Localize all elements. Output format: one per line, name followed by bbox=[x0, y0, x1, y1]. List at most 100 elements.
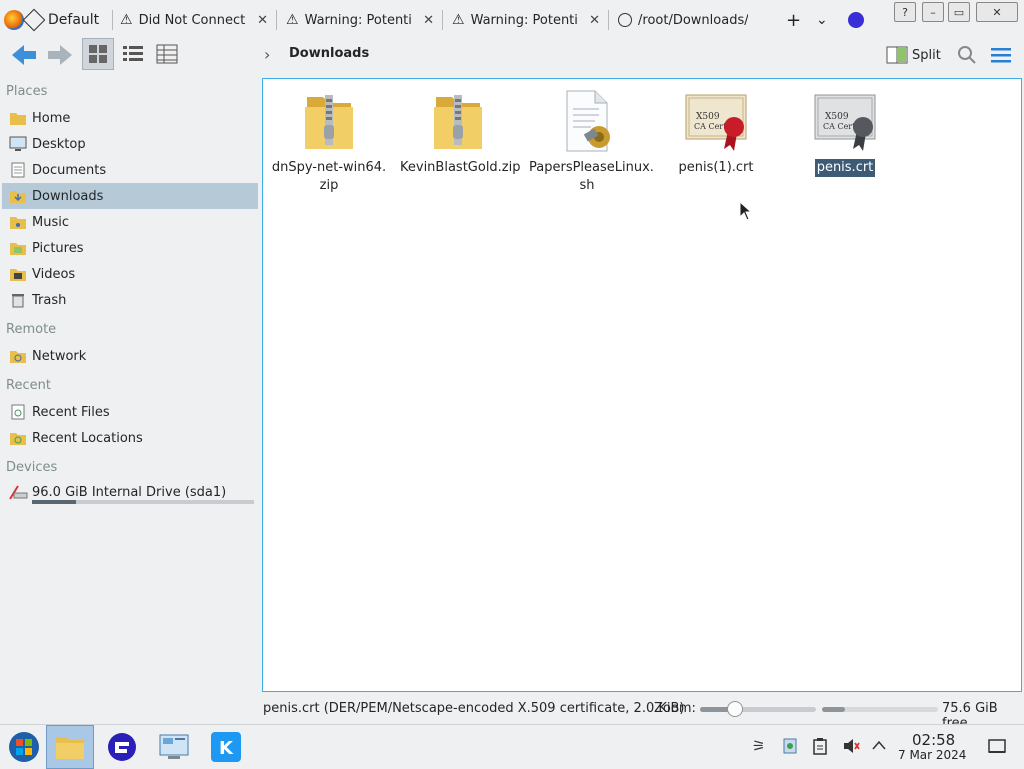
svg-text:X509: X509 bbox=[696, 112, 720, 122]
tab-divider bbox=[112, 10, 113, 30]
file-name: penis.crt bbox=[814, 159, 876, 177]
tab-default[interactable]: Default bbox=[4, 6, 114, 34]
warning-icon: ⚠ bbox=[286, 12, 299, 28]
sidebar-item-downloads[interactable]: Downloads bbox=[2, 183, 258, 209]
taskbar-file-manager[interactable] bbox=[46, 725, 94, 769]
sidebar-item-music[interactable]: Music bbox=[2, 209, 258, 235]
icons-view-icon bbox=[89, 45, 107, 63]
sidebar-item-label: 96.0 GiB Internal Drive (sda1) bbox=[32, 484, 227, 500]
file-view[interactable]: dnSpy-net-win64. zip KevinBlastGold.zip … bbox=[262, 78, 1022, 692]
back-button[interactable] bbox=[8, 40, 40, 70]
minimize-button[interactable]: – bbox=[922, 2, 944, 22]
tab-downloads-folder[interactable]: /root/Downloads/p bbox=[618, 6, 768, 34]
close-tab-icon[interactable]: ✕ bbox=[589, 13, 600, 28]
zip-folder-icon bbox=[297, 89, 361, 153]
hamburger-menu-icon bbox=[991, 48, 1011, 63]
sidebar-item-recent-locations[interactable]: Recent Locations bbox=[2, 425, 258, 451]
close-tab-icon[interactable]: ✕ bbox=[257, 13, 268, 28]
documents-icon bbox=[8, 161, 28, 179]
section-places-title: Places bbox=[6, 84, 48, 99]
help-button[interactable]: ? bbox=[894, 2, 916, 22]
videos-folder-icon bbox=[8, 265, 28, 283]
extension-button[interactable] bbox=[848, 6, 868, 34]
globe-icon bbox=[618, 13, 632, 27]
icons-view-button[interactable] bbox=[82, 38, 114, 70]
taskbar-system-settings[interactable] bbox=[150, 725, 198, 769]
new-tab-button[interactable]: + bbox=[786, 6, 802, 34]
updates-icon[interactable] bbox=[782, 737, 798, 759]
zoom-label: Zoom: bbox=[654, 701, 696, 716]
start-orb-icon bbox=[9, 732, 39, 762]
notifications-icon[interactable]: ⚞ bbox=[752, 737, 765, 755]
sidebar-item-videos[interactable]: Videos bbox=[2, 261, 258, 287]
start-menu-button[interactable] bbox=[0, 725, 48, 769]
split-button[interactable]: Split bbox=[886, 42, 941, 68]
sidebar-item-label: Downloads bbox=[32, 188, 104, 204]
floorp-icon bbox=[848, 12, 864, 28]
taskbar-kde-menu[interactable]: K bbox=[202, 725, 250, 769]
file-item[interactable]: PapersPleaseLinux. sh bbox=[527, 89, 654, 195]
sidebar-item-documents[interactable]: Documents bbox=[2, 157, 258, 183]
file-item-selected[interactable]: X509 CA Cert penis.crt bbox=[785, 89, 905, 177]
forward-button[interactable] bbox=[44, 40, 76, 70]
file-name-cont: sh bbox=[579, 178, 595, 193]
breadcrumb[interactable]: Downloads bbox=[289, 46, 369, 61]
zoom-slider-handle[interactable] bbox=[726, 701, 743, 717]
file-name: KevinBlastGold.zip bbox=[400, 160, 521, 175]
show-desktop-icon[interactable] bbox=[988, 737, 1006, 759]
hamburger-menu-button[interactable] bbox=[988, 42, 1014, 68]
desktop-icon bbox=[8, 135, 28, 153]
sidebar-item-label: Home bbox=[32, 110, 71, 126]
tab-warning-1[interactable]: ⚠ Warning: Potential ✕ bbox=[286, 6, 434, 34]
svg-text:K: K bbox=[219, 738, 234, 759]
sidebar-item-label: Music bbox=[32, 214, 69, 230]
drive-usage-fill bbox=[32, 500, 77, 504]
sidebar-item-label: Recent Files bbox=[32, 404, 110, 420]
file-name: penis(1).crt bbox=[678, 160, 754, 175]
file-item[interactable]: dnSpy-net-win64. zip bbox=[269, 89, 389, 195]
sidebar-item-desktop[interactable]: Desktop bbox=[2, 131, 258, 157]
list-tabs-button[interactable]: ⌄ bbox=[816, 6, 832, 34]
kde-icon: K bbox=[211, 732, 241, 762]
tab-divider bbox=[442, 10, 443, 30]
tab-label: /root/Downloads/p bbox=[638, 12, 748, 28]
file-item[interactable]: X509 CA Cert penis(1).crt bbox=[656, 89, 776, 177]
status-bar: penis.crt (DER/PEM/Netscape-encoded X.50… bbox=[262, 698, 1024, 731]
sidebar-item-trash[interactable]: Trash bbox=[2, 287, 258, 313]
tray-expand-icon[interactable] bbox=[872, 737, 886, 759]
close-tab-icon[interactable]: ✕ bbox=[423, 13, 434, 28]
free-space-bar bbox=[822, 707, 938, 712]
music-folder-icon bbox=[8, 213, 28, 231]
sidebar-item-label: Documents bbox=[32, 162, 107, 178]
details-view-button[interactable] bbox=[152, 38, 182, 70]
clock-date[interactable]: 7 Mar 2024 bbox=[898, 748, 966, 762]
sidebar-item-pictures[interactable]: Pictures bbox=[2, 235, 258, 261]
compact-view-button[interactable] bbox=[118, 38, 148, 70]
clipboard-icon[interactable] bbox=[812, 737, 828, 759]
section-remote-title: Remote bbox=[6, 322, 57, 337]
sidebar-item-home[interactable]: Home bbox=[2, 105, 258, 131]
taskbar-browser[interactable] bbox=[98, 725, 146, 769]
tab-warning-2[interactable]: ⚠ Warning: Potential ✕ bbox=[452, 6, 600, 34]
volume-muted-icon[interactable] bbox=[842, 737, 860, 759]
maximize-button[interactable]: ▭ bbox=[948, 2, 970, 22]
close-window-button[interactable]: ✕ bbox=[976, 2, 1018, 22]
zoom-slider[interactable] bbox=[700, 701, 816, 717]
file-item[interactable]: KevinBlastGold.zip bbox=[398, 89, 521, 177]
tab-label: Did Not Connect bbox=[138, 12, 245, 28]
sidebar-item-recent-files[interactable]: Recent Files bbox=[2, 399, 258, 425]
split-view-icon bbox=[886, 46, 908, 64]
clock-time[interactable]: 02:58 bbox=[912, 731, 955, 749]
back-arrow-icon bbox=[12, 45, 36, 65]
svg-text:CA Cert: CA Cert bbox=[694, 122, 727, 131]
drive-icon bbox=[8, 483, 28, 501]
script-file-icon bbox=[555, 89, 619, 153]
plus-icon: + bbox=[786, 9, 802, 31]
svg-text:X509: X509 bbox=[825, 112, 849, 122]
search-button[interactable] bbox=[954, 42, 980, 68]
free-space-fill bbox=[822, 707, 846, 712]
sidebar-item-network[interactable]: Network bbox=[2, 343, 258, 369]
tab-did-not-connect[interactable]: ⚠ Did Not Connect ✕ bbox=[120, 6, 268, 34]
breadcrumb-separator-icon: › bbox=[264, 45, 271, 64]
tab-divider bbox=[608, 10, 609, 30]
